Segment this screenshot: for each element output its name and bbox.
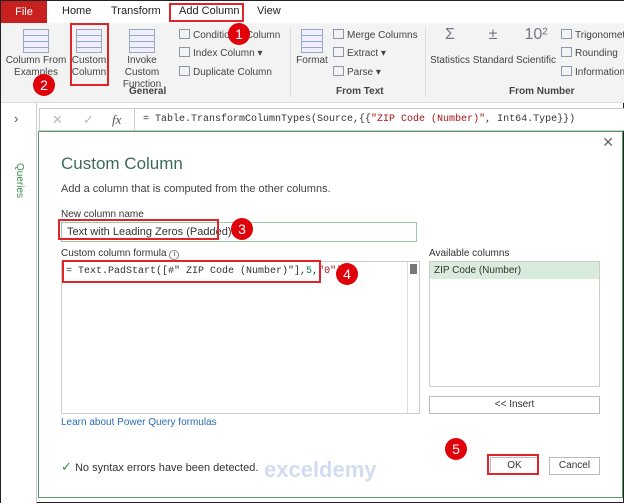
formula-textarea[interactable]: = Text.PadStart([#" ZIP Code (Number)"],…: [61, 261, 420, 414]
step-badge-5: 5: [445, 438, 467, 460]
extract-button[interactable]: Extract ▾: [333, 47, 386, 59]
scientific-button[interactable]: 10² Scientific: [515, 26, 557, 67]
power-icon: 10²: [524, 26, 548, 43]
step-badge-1: 1: [228, 23, 250, 45]
highlight-name: [58, 219, 219, 240]
format-button[interactable]: Format: [295, 29, 329, 67]
information-icon: [561, 66, 572, 76]
invoke-custom-function-button[interactable]: Invoke Custom Function: [109, 29, 175, 91]
tab-home[interactable]: Home: [62, 5, 91, 17]
queries-label[interactable]: Queries: [14, 163, 25, 198]
index-icon: [179, 47, 190, 57]
rounding-button[interactable]: Rounding: [561, 47, 618, 59]
check-icon[interactable]: ✓: [83, 112, 94, 128]
available-columns-label: Available columns: [429, 248, 510, 259]
ribbon-tabs: File Home Transform Add Column View: [1, 1, 624, 23]
group-from-number: From Number: [509, 86, 575, 97]
highlight-ok: [487, 454, 539, 475]
checkmark-icon: ✓: [61, 459, 72, 474]
custom-column-dialog: ✕ Custom Column Add a column that is com…: [38, 131, 623, 498]
duplicate-column-button[interactable]: Duplicate Column: [179, 66, 272, 78]
parse-button[interactable]: Parse ▾: [333, 66, 381, 78]
operators-icon: ±: [488, 26, 498, 43]
highlight-formula: [62, 260, 321, 283]
dialog-description: Add a column that is computed from the o…: [61, 183, 331, 195]
sigma-icon: Σ: [445, 26, 455, 43]
available-column-item[interactable]: ZIP Code (Number): [430, 262, 599, 279]
formula-label: Custom column formula i: [61, 248, 180, 260]
insert-button[interactable]: << Insert: [429, 396, 600, 414]
triangle-icon: [561, 29, 572, 39]
merge-icon: [333, 29, 344, 39]
statistics-button[interactable]: Σ Statistics: [429, 26, 471, 67]
step-badge-3: 3: [231, 218, 253, 240]
queries-pane: › Queries: [1, 103, 37, 504]
abc-icon: [301, 29, 323, 53]
syntax-status: ✓ No syntax errors have been detected.: [61, 459, 259, 474]
tab-file[interactable]: File: [1, 1, 47, 23]
merge-columns-button[interactable]: Merge Columns: [333, 29, 418, 41]
index-column-button[interactable]: Index Column ▾: [179, 47, 263, 59]
formula-input[interactable]: = Table.TransformColumnTypes(Source,{{"Z…: [134, 109, 624, 130]
cancel-icon[interactable]: ✕: [52, 112, 63, 128]
information-button[interactable]: Information: [561, 66, 624, 78]
tab-view[interactable]: View: [257, 5, 281, 17]
column-from-examples-button[interactable]: Column From Examples: [5, 29, 67, 79]
fx-icon: fx: [112, 112, 122, 127]
trigonometry-button[interactable]: Trigonometry: [561, 29, 624, 41]
highlight-custom-column: [70, 23, 109, 86]
divider: [290, 27, 291, 97]
highlight-add-column: [169, 3, 244, 22]
expand-chevron-icon[interactable]: ›: [14, 111, 18, 126]
step-badge-2: 2: [33, 74, 55, 96]
watermark-logo: exceldemy: [264, 457, 377, 482]
cancel-button[interactable]: Cancel: [549, 457, 600, 475]
close-icon[interactable]: ✕: [602, 134, 614, 151]
scroll-thumb[interactable]: [410, 264, 417, 274]
info-icon[interactable]: i: [169, 250, 180, 260]
rounding-icon: [561, 47, 572, 57]
scrollbar[interactable]: [407, 262, 419, 413]
tab-transform[interactable]: Transform: [111, 5, 161, 17]
divider: [425, 27, 426, 97]
standard-button[interactable]: ± Standard: [472, 26, 514, 67]
group-from-text: From Text: [336, 86, 384, 97]
group-general: General: [129, 86, 167, 97]
dialog-title: Custom Column: [61, 154, 183, 173]
learn-link[interactable]: Learn about Power Query formulas: [61, 417, 217, 428]
conditional-icon: [179, 29, 190, 39]
available-columns-list: ZIP Code (Number): [429, 261, 600, 387]
table-icon: [23, 29, 49, 53]
abc123-icon: [333, 47, 344, 57]
formula-bar: ✕ ✓ fx = Table.TransformColumnTypes(Sour…: [39, 108, 624, 131]
function-icon: [129, 29, 155, 53]
step-badge-4: 4: [336, 263, 358, 285]
duplicate-icon: [179, 66, 190, 76]
parse-icon: [333, 66, 344, 76]
